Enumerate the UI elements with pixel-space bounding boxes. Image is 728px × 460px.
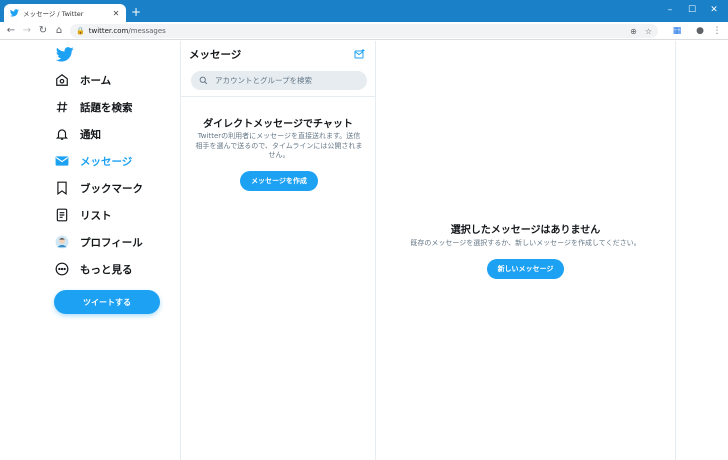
left-navigation: ホーム 話題を検索 通知 メッセージ ブックマーク リスト プロフィール もっと… [40,41,180,460]
messages-column: メッセージ アカウントとグループを検索 ダイレクトメッセージでチャット Twit… [181,41,375,460]
window-close-button[interactable]: ✕ [704,3,724,17]
tab-close-icon[interactable]: ✕ [111,9,121,18]
home-page-icon[interactable]: ⌂ [52,24,66,38]
tab-title: メッセージ / Twitter [23,10,84,18]
nav-item-home[interactable]: ホーム [52,67,111,93]
browser-titlebar: メッセージ / Twitter ✕ + – ☐ ✕ [0,0,728,22]
search-icon [199,76,209,86]
nav-label: リスト [80,209,112,222]
location-icon[interactable]: ⊕ [630,27,637,36]
message-search-input[interactable]: アカウントとグループを検索 [191,71,367,90]
search-divider [181,96,375,97]
nav-label: ブックマーク [80,182,143,195]
nav-label: ホーム [80,74,112,87]
extension-icon[interactable]: ▦ [670,24,684,38]
address-bar[interactable]: 🔒 twitter.com/messages ⊕ ☆ [70,24,658,38]
nav-item-more[interactable]: もっと見る [52,256,133,282]
lock-icon: 🔒 [76,27,85,35]
nav-label: プロフィール [80,236,143,249]
menu-icon[interactable]: ⋮ [710,24,724,38]
nav-item-explore[interactable]: 話題を検索 [52,94,133,120]
twitter-app: ホーム 話題を検索 通知 メッセージ ブックマーク リスト プロフィール もっと… [0,41,728,460]
nav-label: もっと見る [80,263,133,276]
no-selection-description: 既存のメッセージを選択するか、新しいメッセージを作成してください。 [410,239,641,247]
tweet-button[interactable]: ツイートする [54,290,160,314]
twitter-logo-icon[interactable] [55,47,74,63]
empty-state-description: Twitterの利用者にメッセージを直接送れます。送信相手を選んで送るので、タイ… [195,132,363,159]
new-tab-button[interactable]: + [130,6,142,18]
messages-title: メッセージ [189,48,242,61]
message-detail-column: 選択したメッセージはありません 既存のメッセージを選択するか、新しいメッセージを… [376,41,675,460]
browser-tab[interactable]: メッセージ / Twitter ✕ [4,4,126,22]
url-text: twitter.com/messages [88,27,166,35]
no-selection-title: 選択したメッセージはありません [450,225,601,236]
nav-item-notifications[interactable]: 通知 [52,121,101,147]
nav-label: メッセージ [80,155,133,168]
avatar-icon [52,232,72,252]
list-icon [52,205,72,225]
back-icon[interactable]: ← [4,24,18,38]
twitter-favicon-icon [9,8,19,18]
profile-icon[interactable]: ● [693,24,707,38]
nav-item-messages[interactable]: メッセージ [52,148,132,174]
mail-icon [52,151,72,171]
browser-toolbar: ← → ↻ ⌂ 🔒 twitter.com/messages ⊕ ☆ ▦ ● ⋮ [0,22,728,40]
reload-icon[interactable]: ↻ [36,24,50,38]
forward-icon[interactable]: → [20,24,34,38]
nav-item-profile[interactable]: プロフィール [52,229,143,255]
nav-item-bookmarks[interactable]: ブックマーク [52,175,143,201]
maximize-button[interactable]: ☐ [682,3,702,17]
home-icon [52,70,72,90]
column-divider [675,41,676,460]
empty-state-title: ダイレクトメッセージでチャット [203,119,353,130]
hashtag-icon [52,97,72,117]
bookmark-star-icon[interactable]: ☆ [645,27,652,36]
new-message-button[interactable]: 新しいメッセージ [487,259,564,279]
bookmark-icon [52,178,72,198]
nav-item-lists[interactable]: リスト [52,202,112,228]
bell-icon [52,124,72,144]
search-placeholder: アカウントとグループを検索 [215,76,313,85]
nav-label: 話題を検索 [80,101,133,114]
more-icon [52,259,72,279]
write-message-button[interactable]: メッセージを作成 [240,171,318,191]
nav-label: 通知 [80,128,101,141]
minimize-button[interactable]: – [660,3,680,17]
messages-header: メッセージ [181,41,375,67]
new-message-icon[interactable] [353,47,367,61]
